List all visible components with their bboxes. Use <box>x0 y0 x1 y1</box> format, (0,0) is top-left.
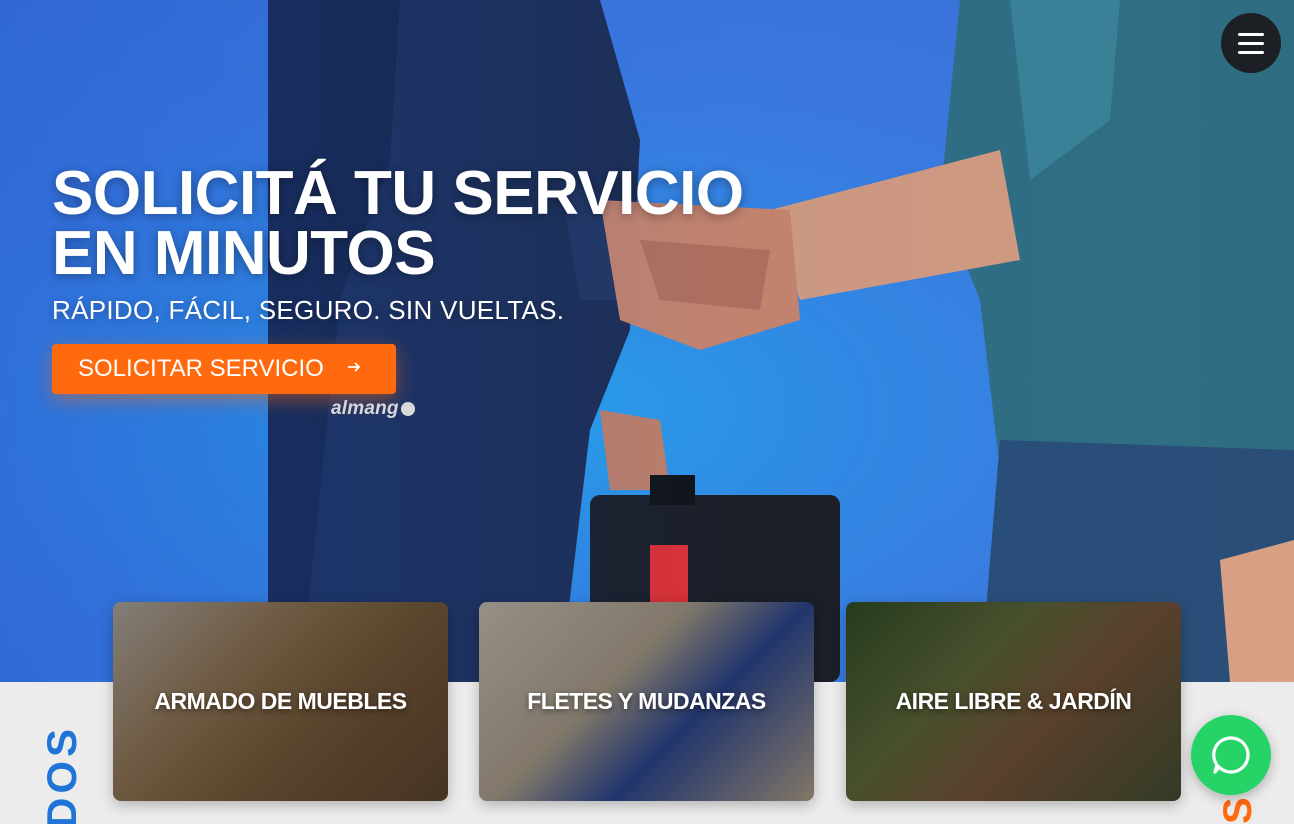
headline-line-2: EN MINUTOS <box>52 219 436 288</box>
service-card-fletes-y-mudanzas[interactable]: FLETES Y MUDANZAS <box>479 602 814 801</box>
brand-mark-icon <box>400 402 415 416</box>
hero-headline: SOLICITÁ TU SERVICIO EN MINUTOS <box>52 159 744 288</box>
headline-line-1: SOLICITÁ TU SERVICIO <box>52 159 744 228</box>
hamburger-menu-icon[interactable] <box>1221 13 1281 73</box>
service-card-label: AIRE LIBRE & JARDÍN <box>895 688 1132 714</box>
service-card-aire-libre-jardin[interactable]: AIRE LIBRE & JARDÍN <box>846 602 1181 801</box>
solicitar-servicio-button[interactable]: SOLICITAR SERVICIO <box>52 344 396 394</box>
whatsapp-icon[interactable] <box>1191 715 1271 795</box>
hero-subheadline: RÁPIDO, FÁCIL, SEGURO. SIN VUELTAS. <box>52 295 565 325</box>
service-card-label: FLETES Y MUDANZAS <box>527 688 766 714</box>
brand-text: almang <box>331 398 399 419</box>
side-text-right: S <box>1216 797 1254 824</box>
hero-overlay <box>0 0 1294 682</box>
arrow-right-icon <box>346 358 362 381</box>
service-card-label: ARMADO DE MUEBLES <box>154 688 407 714</box>
side-decorative-text-left: DOS <box>38 718 82 824</box>
service-card-armado-de-muebles[interactable]: ARMADO DE MUEBLES <box>113 602 448 801</box>
side-text-left: DOS <box>38 724 82 824</box>
brand-logo: almang <box>331 398 415 420</box>
cta-label: SOLICITAR SERVICIO <box>78 355 324 382</box>
hero-banner: SOLICITÁ TU SERVICIO EN MINUTOS RÁPIDO, … <box>0 0 1294 682</box>
